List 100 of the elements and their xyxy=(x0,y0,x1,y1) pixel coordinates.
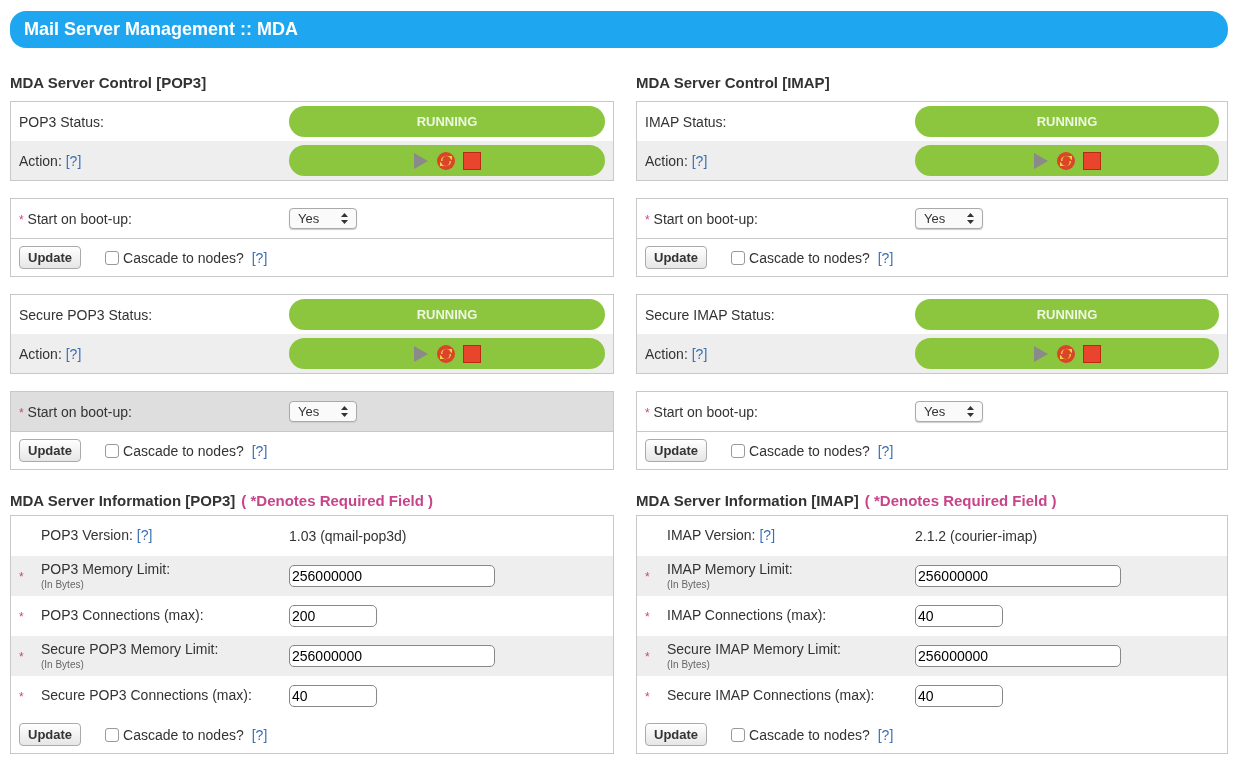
stop-icon[interactable] xyxy=(1083,344,1101,363)
section-heading: MDA Server Control [POP3] xyxy=(10,74,208,91)
update-button[interactable]: Update xyxy=(645,246,708,269)
version-value: 2.1.2 (courier-imap) xyxy=(915,528,1038,544)
input-field[interactable]: 200 xyxy=(289,605,377,627)
restart-icon[interactable] xyxy=(1056,343,1076,364)
status-label: IMAP Status: xyxy=(645,113,728,130)
boot-select[interactable]: Yes xyxy=(289,208,358,229)
restart-icon[interactable] xyxy=(436,343,456,364)
boot-label: Start on boot-up: xyxy=(653,210,758,227)
help-link[interactable]: [?] xyxy=(877,249,894,266)
section-heading: MDA Server Control [IMAP] xyxy=(636,74,831,91)
start-icon[interactable] xyxy=(1033,151,1049,170)
help-link[interactable]: [?] xyxy=(251,726,268,743)
required-mark: * xyxy=(19,405,24,420)
cascade-label: Cascade to nodes? xyxy=(123,249,244,266)
start-icon[interactable] xyxy=(413,151,429,170)
stop-icon[interactable] xyxy=(1083,151,1101,170)
help-link[interactable]: [?] xyxy=(877,726,894,743)
field-label: POP3 Connections (max): xyxy=(41,607,204,624)
stepper-arrows-icon xyxy=(967,213,975,224)
help-link[interactable]: [?] xyxy=(759,527,776,544)
unit-note: (In Bytes) xyxy=(41,579,85,591)
update-button[interactable]: Update xyxy=(645,439,708,462)
input-field[interactable]: 40 xyxy=(289,685,377,707)
update-button[interactable]: Update xyxy=(19,246,82,269)
field-label: IMAP Connections (max): xyxy=(667,607,827,624)
unit-note: (In Bytes) xyxy=(667,659,711,671)
help-link[interactable]: [?] xyxy=(877,442,894,459)
help-link[interactable]: [?] xyxy=(251,442,268,459)
cascade-label: Cascade to nodes? xyxy=(749,442,870,459)
cascade-checkbox[interactable] xyxy=(731,443,746,458)
field-label: IMAP Version: xyxy=(667,527,756,544)
stepper-arrows-icon xyxy=(341,406,349,417)
required-mark: * xyxy=(19,570,24,584)
required-mark: * xyxy=(19,690,24,704)
required-note: ( *Denotes Required Field ) xyxy=(864,492,1057,509)
help-link[interactable]: [?] xyxy=(691,152,708,169)
action-label: Action: xyxy=(19,152,62,169)
stop-icon[interactable] xyxy=(463,151,481,170)
restart-icon[interactable] xyxy=(436,150,456,171)
required-mark: * xyxy=(645,690,650,704)
boot-label: Start on boot-up: xyxy=(27,210,132,227)
stop-icon[interactable] xyxy=(463,344,481,363)
section-heading: MDA Server Information [POP3] xyxy=(10,492,236,509)
field-label: Secure IMAP Memory Limit: xyxy=(667,640,841,657)
status-label: Secure IMAP Status: xyxy=(645,306,776,323)
boot-label: Start on boot-up: xyxy=(653,403,758,420)
cascade-checkbox[interactable] xyxy=(105,250,120,265)
input-field[interactable]: 40 xyxy=(915,605,1003,627)
help-link[interactable]: [?] xyxy=(65,152,82,169)
required-note: ( *Denotes Required Field ) xyxy=(241,492,434,509)
field-label: Secure POP3 Connections (max): xyxy=(41,687,252,704)
field-label: POP3 Memory Limit: xyxy=(41,560,171,577)
update-button[interactable]: Update xyxy=(19,723,82,746)
input-field[interactable]: 256000000 xyxy=(289,565,495,587)
input-field[interactable]: 40 xyxy=(915,685,1003,707)
required-mark: * xyxy=(645,405,650,420)
required-mark: * xyxy=(645,212,650,227)
update-button[interactable]: Update xyxy=(645,723,708,746)
boot-select[interactable]: Yes xyxy=(289,401,358,422)
field-label: POP3 Version: xyxy=(41,527,133,544)
required-mark: * xyxy=(645,610,650,624)
boot-select[interactable]: Yes xyxy=(915,401,984,422)
status-text: RUNNING xyxy=(1036,114,1098,129)
help-link[interactable]: [?] xyxy=(136,527,153,544)
version-value: 1.03 (qmail-pop3d) xyxy=(289,528,407,544)
unit-note: (In Bytes) xyxy=(667,579,711,591)
start-icon[interactable] xyxy=(413,344,429,363)
boot-select[interactable]: Yes xyxy=(915,208,984,229)
unit-note: (In Bytes) xyxy=(41,659,85,671)
action-label: Action: xyxy=(645,345,688,362)
status-text: RUNNING xyxy=(416,114,478,129)
status-text: RUNNING xyxy=(1036,307,1098,322)
cascade-label: Cascade to nodes? xyxy=(749,726,870,743)
section-heading: MDA Server Information [IMAP] xyxy=(636,492,859,509)
help-link[interactable]: [?] xyxy=(65,345,82,362)
status-label: Secure POP3 Status: xyxy=(19,306,154,323)
update-button[interactable]: Update xyxy=(19,439,82,462)
action-label: Action: xyxy=(645,152,688,169)
input-field[interactable]: 256000000 xyxy=(915,565,1121,587)
field-label: Secure POP3 Memory Limit: xyxy=(41,640,219,657)
required-mark: * xyxy=(19,212,24,227)
restart-icon[interactable] xyxy=(1056,150,1076,171)
field-label: IMAP Memory Limit: xyxy=(667,560,793,577)
cascade-checkbox[interactable] xyxy=(105,443,120,458)
help-link[interactable]: [?] xyxy=(251,249,268,266)
cascade-checkbox[interactable] xyxy=(105,727,120,742)
status-label: POP3 Status: xyxy=(19,113,105,130)
cascade-checkbox[interactable] xyxy=(731,250,746,265)
cascade-label: Cascade to nodes? xyxy=(123,442,244,459)
input-field[interactable]: 256000000 xyxy=(289,645,495,667)
start-icon[interactable] xyxy=(1033,344,1049,363)
cascade-checkbox[interactable] xyxy=(731,727,746,742)
boot-label: Start on boot-up: xyxy=(27,403,132,420)
cascade-label: Cascade to nodes? xyxy=(749,249,870,266)
field-label: Secure IMAP Connections (max): xyxy=(667,687,875,704)
input-field[interactable]: 256000000 xyxy=(915,645,1121,667)
status-text: RUNNING xyxy=(416,307,478,322)
help-link[interactable]: [?] xyxy=(691,345,708,362)
